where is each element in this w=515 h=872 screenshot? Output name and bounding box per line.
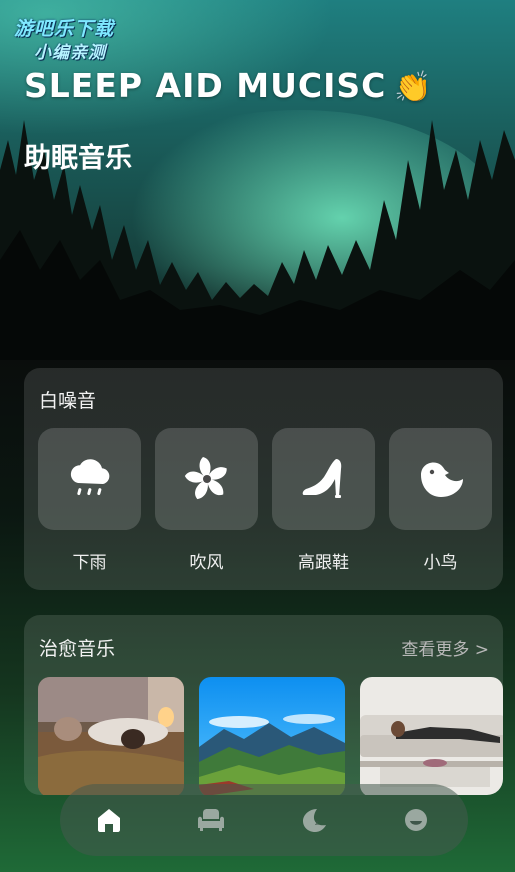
rain-tile[interactable] [38, 428, 141, 530]
healing-music-title: 治愈音乐 [39, 638, 116, 660]
noise-label-heels: 高跟鞋 [298, 553, 349, 573]
mountain-landscape-photo [199, 677, 345, 795]
heels-tile[interactable] [272, 428, 375, 530]
page-title-text: SLEEP AID MUCISC [24, 66, 387, 105]
page-subtitle: 助眠音乐 [24, 143, 132, 174]
tab-sofa[interactable] [195, 804, 227, 836]
svg-text:z: z [315, 819, 319, 827]
home-icon [98, 809, 120, 832]
noise-label-wind: 吹风 [189, 553, 224, 573]
child-sleeping-bed-photo [38, 677, 184, 795]
bird-tile[interactable] [389, 428, 492, 530]
face-icon [405, 809, 427, 831]
wind-tile[interactable] [155, 428, 258, 530]
white-noise-title: 白噪音 [39, 390, 97, 412]
watermark-logo: 游吧乐下载 小编亲测 [14, 14, 144, 63]
music-thumb-3[interactable] [360, 677, 503, 795]
noise-item-rain[interactable]: 下雨 [38, 428, 141, 573]
tab-profile[interactable] [400, 804, 432, 836]
rain-cloud-icon [70, 459, 109, 496]
sofa-icon [198, 809, 224, 831]
moon-icon: z [303, 809, 326, 832]
noise-label-rain: 下雨 [72, 553, 107, 573]
healing-music-section: 治愈音乐 查看更多 > [24, 615, 503, 795]
fan-icon [184, 457, 227, 500]
noise-label-bird: 小鸟 [423, 553, 458, 573]
tab-sleep[interactable]: z [298, 804, 330, 836]
high-heel-icon [302, 459, 341, 498]
music-thumb-1[interactable] [38, 677, 184, 795]
bird-icon [420, 462, 463, 497]
tab-home[interactable] [93, 804, 125, 836]
woman-lying-sofa-photo [360, 677, 503, 795]
noise-item-heels[interactable]: 高跟鞋 [272, 428, 375, 573]
clapping-hands-icon: 👏 [394, 70, 433, 105]
watermark-line2: 小编亲测 [34, 43, 106, 63]
watermark-line1: 游吧乐下载 [14, 18, 115, 40]
white-noise-section: 白噪音 下雨 吹风 高跟鞋 小鸟 [24, 368, 503, 590]
noise-item-wind[interactable]: 吹风 [155, 428, 258, 573]
see-more-link[interactable]: 查看更多 > [401, 635, 489, 660]
bottom-tab-bar: z [60, 784, 468, 856]
noise-item-bird[interactable]: 小鸟 [389, 428, 492, 573]
music-thumb-2[interactable] [199, 677, 345, 795]
page-title: SLEEP AID MUCISC 👏 [24, 66, 433, 105]
